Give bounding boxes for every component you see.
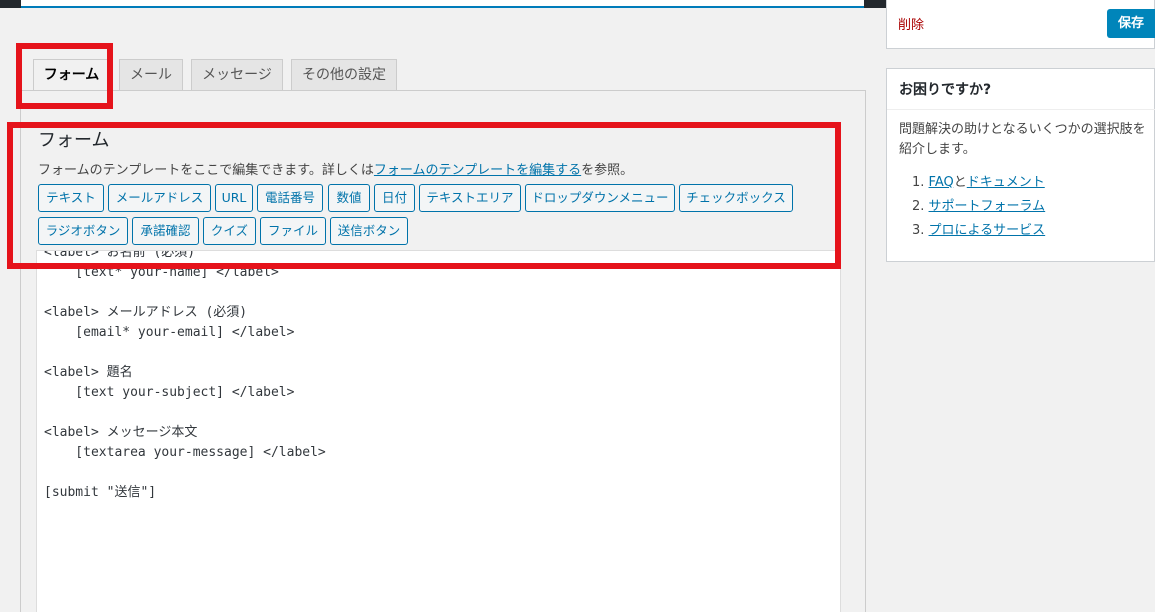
help-text: 問題解決の助けとなるいくつかの選択肢を紹介します。 — [899, 122, 1146, 157]
help-item-number: 1. — [912, 175, 925, 190]
help-divider — [887, 109, 1155, 110]
highlight-box-tag-generator — [7, 122, 841, 269]
help-item-2: 2. サポートフォーラム — [912, 195, 1045, 214]
support-forum-link[interactable]: サポートフォーラム — [929, 199, 1046, 214]
faq-link[interactable]: FAQ — [929, 175, 954, 190]
delete-link[interactable]: 削除 — [898, 14, 924, 33]
highlight-box-tab — [16, 43, 113, 109]
help-item-connector: と — [953, 175, 967, 190]
tab-other-settings[interactable]: その他の設定 — [291, 59, 397, 90]
editor-content[interactable]: <label> お名前 (必須) [text* your-name] </lab… — [37, 251, 840, 503]
save-button[interactable]: 保存 — [1107, 9, 1155, 38]
help-item-1: 1. FAQとドキュメント — [912, 171, 1045, 190]
form-template-editor[interactable]: <label> お名前 (必須) [text* your-name] </lab… — [36, 250, 841, 612]
tab-mail[interactable]: メール — [119, 59, 183, 90]
form-title-input[interactable] — [21, 0, 864, 8]
help-item-number: 2. — [912, 199, 925, 214]
help-title: お困りですか? — [899, 82, 992, 98]
pro-services-link[interactable]: プロによるサービス — [929, 223, 1046, 238]
help-item-3: 3. プロによるサービス — [912, 219, 1045, 238]
docs-link[interactable]: ドキュメント — [967, 175, 1045, 190]
help-item-number: 3. — [912, 223, 925, 238]
tab-messages[interactable]: メッセージ — [191, 59, 283, 90]
